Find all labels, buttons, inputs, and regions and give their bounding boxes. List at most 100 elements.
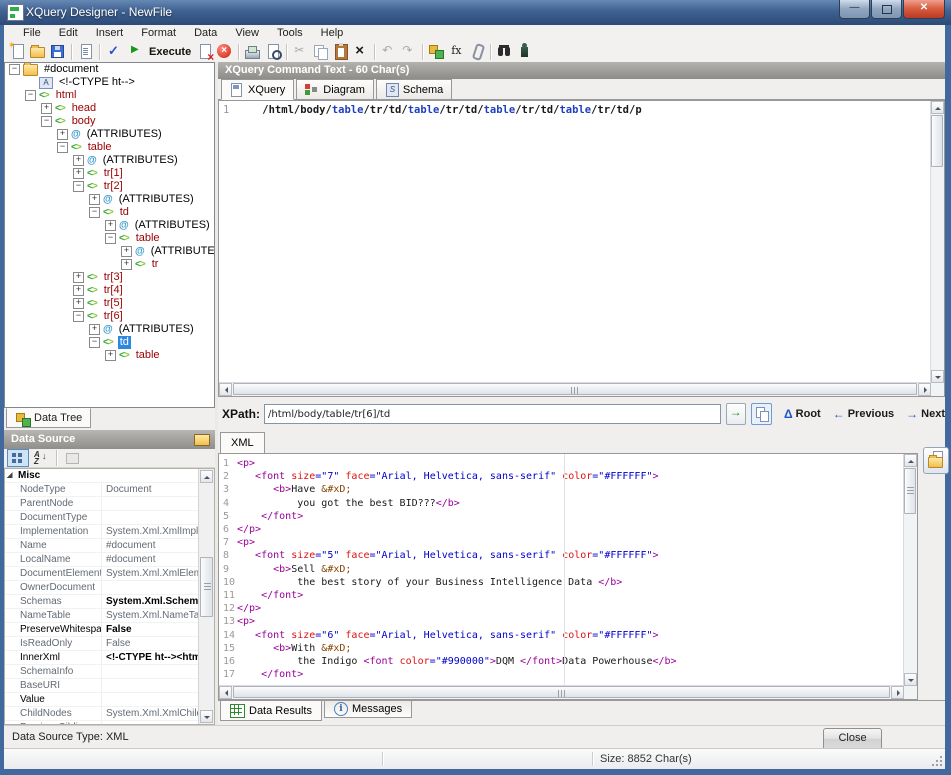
function-icon[interactable]: fx: [448, 43, 466, 60]
tree-node-table[interactable]: −<>table: [5, 232, 214, 245]
menu-help[interactable]: Help: [312, 26, 353, 40]
tree-expander-icon[interactable]: +: [73, 298, 84, 309]
print-preview-icon[interactable]: [264, 43, 282, 60]
tab-data-tree[interactable]: Data Tree: [6, 408, 91, 428]
categorized-view-button[interactable]: [7, 449, 29, 467]
folder-open-icon[interactable]: [194, 434, 210, 446]
menu-edit[interactable]: Edit: [50, 26, 87, 40]
scroll-up-button[interactable]: [904, 454, 917, 467]
tree-expander-icon[interactable]: −: [73, 311, 84, 322]
tree-node-html[interactable]: −<>html: [5, 89, 214, 102]
code-line-2[interactable]: 2 <font size="7" face="Arial, Helvetica,…: [219, 470, 903, 483]
code-line-1[interactable]: 1 /html/body/table/tr/td/table/tr/td/tab…: [219, 104, 930, 117]
tree-expander-icon[interactable]: −: [41, 116, 52, 127]
scroll-down-button[interactable]: [931, 370, 944, 383]
scrollbar-thumb[interactable]: [233, 383, 917, 395]
debug-icon[interactable]: [516, 43, 534, 60]
tree-node-body[interactable]: −<>body: [5, 115, 214, 128]
tree-node--attributes-[interactable]: +@(ATTRIBUTES): [5, 193, 214, 206]
close-button[interactable]: Close: [823, 728, 882, 750]
cut-icon[interactable]: ✂: [292, 43, 310, 60]
tree-node--attributes-[interactable]: +@(ATTRIBUTES): [5, 154, 214, 167]
tree-node-table[interactable]: −<>table: [5, 141, 214, 154]
tab-diagram[interactable]: Diagram: [296, 79, 374, 99]
open-icon[interactable]: [29, 43, 47, 60]
xml-code-editor[interactable]: 1<p>2 <font size="7" face="Arial, Helvet…: [218, 453, 918, 700]
xml-horizontal-scrollbar[interactable]: [219, 685, 904, 699]
tree-expander-icon[interactable]: +: [105, 350, 116, 361]
xquery-horizontal-scrollbar[interactable]: [219, 382, 931, 396]
code-line-8[interactable]: 8 <font size="5" face="Arial, Helvetica,…: [219, 549, 903, 562]
tree-expander-icon[interactable]: −: [73, 181, 84, 192]
code-line-12[interactable]: 12</p>: [219, 602, 903, 615]
xquery-vertical-scrollbar[interactable]: [930, 101, 944, 383]
code-line-6[interactable]: 6</p>: [219, 523, 903, 536]
scroll-right-button[interactable]: [918, 383, 931, 396]
resize-grip[interactable]: [932, 756, 942, 766]
alphabetical-sort-button[interactable]: AZ: [30, 449, 52, 467]
property-row-baseuri[interactable]: BaseURI: [5, 679, 199, 693]
xslt-icon[interactable]: [428, 43, 446, 60]
property-row-isreadonly[interactable]: IsReadOnlyFalse: [5, 637, 199, 651]
property-row-name[interactable]: Name#document: [5, 539, 199, 553]
paste-icon[interactable]: [332, 43, 350, 60]
next-button[interactable]: → Next: [906, 407, 945, 421]
menu-insert[interactable]: Insert: [87, 26, 133, 40]
tree-expander-icon[interactable]: +: [121, 246, 132, 257]
menu-file[interactable]: File: [14, 26, 50, 40]
tree-expander-icon[interactable]: +: [105, 220, 116, 231]
property-grid-scrollbar[interactable]: [198, 469, 214, 724]
code-line-16[interactable]: 16 the Indigo <font color="#990000">DQM …: [219, 655, 903, 668]
root-button[interactable]: Δ Root: [784, 407, 821, 421]
xpath-input[interactable]: [264, 404, 721, 424]
xpath-go-button[interactable]: →: [726, 403, 747, 425]
save-icon[interactable]: [49, 43, 67, 60]
tree-expander-icon[interactable]: +: [73, 272, 84, 283]
delete-icon[interactable]: ×: [352, 43, 370, 60]
menu-tools[interactable]: Tools: [268, 26, 312, 40]
code-line-9[interactable]: 9 <b>Sell &#xD;: [219, 563, 903, 576]
tree-expander-icon[interactable]: −: [89, 337, 100, 348]
code-line-1[interactable]: 1<p>: [219, 457, 903, 470]
execute-button[interactable]: ▶Execute: [126, 43, 193, 60]
tree-expander-icon[interactable]: +: [121, 259, 132, 270]
code-line-3[interactable]: 3 <b>Have &#xD;: [219, 483, 903, 496]
tree-node-td[interactable]: −<>td: [5, 336, 214, 349]
code-line-4[interactable]: 4 you got the best BID???</b>: [219, 497, 903, 510]
tree-expander-icon[interactable]: −: [105, 233, 116, 244]
property-row-innerxml[interactable]: InnerXml<!-CTYPE ht--><html: [5, 651, 199, 665]
maximize-button[interactable]: [871, 0, 902, 19]
menu-view[interactable]: View: [226, 26, 268, 40]
tree-expander-icon[interactable]: +: [73, 155, 84, 166]
tree-node--attributes-[interactable]: +@(ATTRIBUTES): [5, 219, 214, 232]
scroll-down-button[interactable]: [200, 710, 213, 723]
property-row-childnodes[interactable]: ChildNodesSystem.Xml.XmlChildNod: [5, 707, 199, 721]
scroll-down-button[interactable]: [904, 673, 917, 686]
code-line-7[interactable]: 7<p>: [219, 536, 903, 549]
property-row-nametable[interactable]: NameTableSystem.Xml.NameTable: [5, 609, 199, 623]
property-row-schemainfo[interactable]: SchemaInfo: [5, 665, 199, 679]
tree-node--attributes-[interactable]: +@(ATTRIBUTES): [5, 245, 214, 258]
cancel-execute-icon[interactable]: ×: [196, 43, 214, 60]
tab-xml[interactable]: XML: [220, 432, 265, 453]
tree-node-head[interactable]: +<>head: [5, 102, 214, 115]
tree-node-tr-4-[interactable]: +<>tr[4]: [5, 284, 214, 297]
tree-expander-icon[interactable]: −: [25, 90, 36, 101]
new-icon[interactable]: ✶: [9, 43, 27, 60]
tree-node-tr-6-[interactable]: −<>tr[6]: [5, 310, 214, 323]
tree-expander-icon[interactable]: +: [89, 194, 100, 205]
print-icon[interactable]: [244, 43, 262, 60]
tree-node--attributes-[interactable]: +@(ATTRIBUTES): [5, 128, 214, 141]
attach-icon[interactable]: [468, 43, 486, 60]
tree-node-tr-1-[interactable]: +<>tr[1]: [5, 167, 214, 180]
scroll-right-button[interactable]: [891, 686, 904, 699]
find-icon[interactable]: [496, 43, 514, 60]
property-row-misc[interactable]: Misc: [5, 469, 199, 483]
property-row-documentelement[interactable]: DocumentElementSystem.Xml.XmlElement: [5, 567, 199, 581]
tree-expander-icon[interactable]: −: [9, 64, 20, 75]
tree-node-tr-5-[interactable]: +<>tr[5]: [5, 297, 214, 310]
code-line-14[interactable]: 14 <font size="6" face="Arial, Helvetica…: [219, 629, 903, 642]
property-row-localname[interactable]: LocalName#document: [5, 553, 199, 567]
code-line-13[interactable]: 13<p>: [219, 615, 903, 628]
load-xml-button[interactable]: [923, 447, 949, 474]
